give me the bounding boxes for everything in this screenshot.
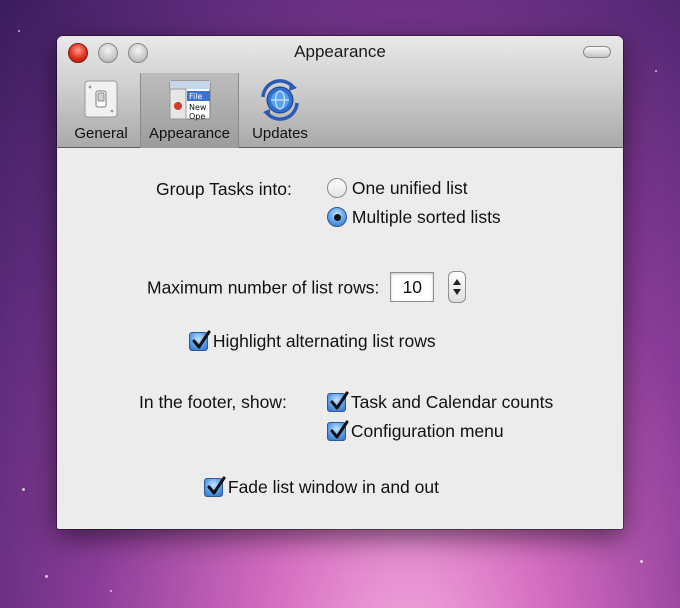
max-rows-stepper[interactable] bbox=[448, 271, 467, 304]
checkbox-label: Configuration menu bbox=[350, 420, 504, 441]
radio-multiple-sorted-lists[interactable]: Multiple sorted lists bbox=[327, 206, 501, 228]
list-window-icon: File New Ope bbox=[167, 79, 213, 126]
toolbar-item-appearance[interactable]: File New Ope Appearance bbox=[140, 73, 239, 148]
toolbar-item-label: Updates bbox=[252, 125, 308, 142]
stepper-up-arrow-icon[interactable] bbox=[453, 279, 462, 286]
star bbox=[110, 590, 112, 592]
star bbox=[45, 575, 48, 578]
checkbox-label: Task and Calendar counts bbox=[350, 391, 554, 412]
checkbox[interactable] bbox=[204, 476, 226, 497]
checkbox-label: Highlight alternating list rows bbox=[212, 330, 436, 351]
star bbox=[640, 560, 643, 563]
max-rows-row: Maximum number of list rows: 10 bbox=[147, 270, 467, 304]
footer-show-label: In the footer, show: bbox=[139, 392, 287, 412]
toolbar-toggle-button[interactable] bbox=[583, 46, 611, 58]
max-rows-input[interactable]: 10 bbox=[390, 272, 435, 303]
checkbox[interactable] bbox=[327, 420, 349, 441]
appearance-icon-text: Ope bbox=[189, 112, 205, 121]
max-rows-label: Maximum number of list rows: bbox=[147, 277, 380, 298]
highlight-rows-checkbox[interactable]: Highlight alternating list rows bbox=[189, 330, 436, 352]
toolbar-item-label: General bbox=[74, 125, 128, 142]
toolbar-item-updates[interactable]: Updates bbox=[245, 73, 315, 148]
radio-button[interactable] bbox=[327, 178, 347, 199]
configuration-menu-checkbox[interactable]: Configuration menu bbox=[327, 420, 504, 442]
fade-window-checkbox[interactable]: Fade list window in and out bbox=[204, 476, 439, 498]
star bbox=[655, 70, 657, 72]
radio-button[interactable] bbox=[327, 207, 347, 228]
star bbox=[18, 30, 20, 32]
group-tasks-label: Group Tasks into: bbox=[156, 179, 292, 199]
radio-one-unified-list[interactable]: One unified list bbox=[327, 177, 468, 199]
appearance-pane: Group Tasks into: One unified list Multi… bbox=[57, 149, 623, 529]
task-calendar-counts-checkbox[interactable]: Task and Calendar counts bbox=[327, 391, 553, 413]
appearance-icon-text: New bbox=[189, 103, 207, 112]
radio-label: Multiple sorted lists bbox=[351, 206, 501, 227]
appearance-icon-text: File bbox=[189, 92, 202, 101]
toolbar-item-label: Appearance bbox=[149, 125, 230, 142]
star bbox=[22, 488, 25, 491]
globe-sync-icon bbox=[257, 79, 303, 126]
title-bar: Appearance General File New Ope Appearan… bbox=[57, 36, 623, 148]
checkbox[interactable] bbox=[189, 330, 211, 351]
checkbox[interactable] bbox=[327, 391, 349, 412]
radio-label: One unified list bbox=[351, 177, 468, 198]
preferences-window: Appearance General File New Ope Appearan… bbox=[57, 36, 623, 529]
stepper-down-arrow-icon[interactable] bbox=[453, 289, 462, 296]
window-title: Appearance bbox=[294, 42, 386, 61]
toolbar-item-general[interactable]: General bbox=[66, 73, 136, 148]
checkbox-label: Fade list window in and out bbox=[227, 476, 439, 497]
light-switch-icon bbox=[81, 79, 121, 124]
